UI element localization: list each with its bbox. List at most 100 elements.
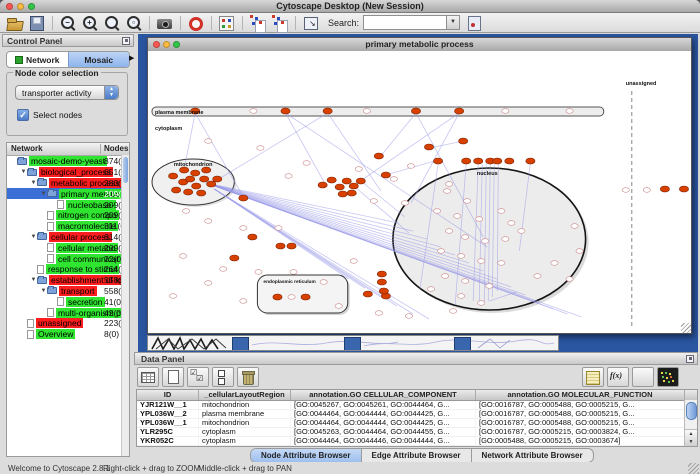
table-column-header[interactable]: ID xyxy=(137,390,199,400)
tree-row[interactable]: ▼establishment of lo558(0) xyxy=(7,275,129,286)
arrange-network-1-icon[interactable] xyxy=(248,14,268,32)
tree-scrollbar[interactable] xyxy=(121,155,129,456)
network-node-selected xyxy=(424,144,433,150)
zoom-fit-icon[interactable] xyxy=(124,14,144,32)
open-icon[interactable] xyxy=(5,14,25,32)
search-combo: ▼ xyxy=(363,15,460,30)
tree-row[interactable]: secretion41(0) xyxy=(7,296,129,307)
tree-row[interactable]: Overview8(0) xyxy=(7,329,129,340)
tree-row[interactable]: ▼transport558(0) xyxy=(7,286,129,297)
expand-triangle-icon[interactable]: ▼ xyxy=(30,277,37,283)
node-color-dropdown[interactable]: transporter activity ▲▼ xyxy=(15,85,119,100)
table-cell: plasma membrane xyxy=(199,410,291,418)
network-canvas[interactable]: plasma membranecytoplasmmitochondrionnuc… xyxy=(148,51,691,333)
expand-triangle-icon[interactable]: ▼ xyxy=(20,169,27,175)
tree-row[interactable]: ▼primary metabo209(... xyxy=(7,188,129,199)
formula-builder-icon[interactable] xyxy=(607,367,629,387)
new-attribute-icon[interactable] xyxy=(162,367,184,387)
table-cell: cytoplasm xyxy=(199,437,291,445)
snapshot-camera-icon[interactable] xyxy=(155,14,175,32)
table-row[interactable]: YJR121W__1mitochondrion[GO:0045267, GO:0… xyxy=(137,401,697,410)
table-row[interactable]: YLR295Ccytoplasm[GO:0045263, GO:0044464,… xyxy=(137,428,697,437)
network-node xyxy=(458,254,465,259)
table-scrollbar-arrows[interactable]: ▲▼ xyxy=(685,429,697,446)
search-input[interactable] xyxy=(364,17,446,28)
network-window-title: primary metabolic process xyxy=(148,39,691,49)
network-tree-header[interactable]: Network Nodes xyxy=(7,143,129,156)
network-node-selected xyxy=(281,108,290,114)
arrange-network-2-icon[interactable] xyxy=(270,14,290,32)
tree-row-label: biological_process xyxy=(39,167,113,177)
tab-mosaic[interactable]: Mosaic xyxy=(68,52,130,67)
table-scrollbar-thumb[interactable] xyxy=(686,402,697,420)
tree-row[interactable]: cell communicat22(0) xyxy=(7,253,129,264)
tree-row[interactable]: cellular metabo209(0) xyxy=(7,242,129,253)
status-bar: Welcome to Cytoscape 2.8.1 Right-click +… xyxy=(0,462,700,474)
data-panel-header: Data Panel xyxy=(134,352,698,365)
tree-row[interactable]: unassigned223(0) xyxy=(7,318,129,329)
network-window-titlebar[interactable]: primary metabolic process xyxy=(148,38,691,52)
expand-triangle-icon[interactable]: ▼ xyxy=(30,180,37,186)
tab-edge-attribute-browser[interactable]: Edge Attribute Browser xyxy=(362,449,472,462)
table-column-header[interactable]: _cellularLayoutRegion xyxy=(199,390,291,400)
delete-attribute-icon[interactable] xyxy=(237,367,259,387)
network-node xyxy=(518,229,525,234)
data-panel: Data Panel ID_cellularLayoutRegionannota… xyxy=(134,352,698,447)
tab-network[interactable]: Network xyxy=(7,52,68,67)
window-resize-grip[interactable] xyxy=(688,463,699,474)
help-ring-icon[interactable] xyxy=(186,14,206,32)
table-column-header[interactable]: annotation.GO MOLECULAR_FUNCTION xyxy=(476,390,685,400)
table-row[interactable]: YPL036W__2plasma membrane[GO:0044464, GO… xyxy=(137,410,697,419)
tree-row[interactable]: response to stimul264(0) xyxy=(7,264,129,275)
expand-triangle-icon[interactable]: ▼ xyxy=(40,288,47,294)
select-attributes-icon[interactable] xyxy=(137,367,159,387)
network-window-resize-grip[interactable] xyxy=(681,323,691,333)
tree-row[interactable]: nitrogen compo209(0) xyxy=(7,210,129,221)
tree-row[interactable]: mosaic-demo-yeast874(0) xyxy=(7,156,129,167)
tree-row[interactable]: multi-organism pro42(0) xyxy=(7,307,129,318)
network-node-selected xyxy=(192,183,201,189)
zoom-in-icon[interactable] xyxy=(80,14,100,32)
unselect-all-attributes-icon[interactable] xyxy=(212,367,234,387)
select-mode-icon[interactable] xyxy=(301,14,321,32)
network-node xyxy=(498,209,505,214)
toolbar-separator xyxy=(295,16,296,30)
select-nodes-checkbox[interactable]: ✓ xyxy=(17,109,29,121)
tab-network-attribute-browser[interactable]: Network Attribute Browser xyxy=(472,449,593,462)
tree-row[interactable]: macromolecule311(0) xyxy=(7,221,129,232)
select-all-attributes-icon[interactable] xyxy=(187,367,209,387)
network-node xyxy=(458,294,465,299)
tab-scroll-right-icon[interactable]: ▶ xyxy=(129,54,134,62)
tree-row[interactable]: ▼cellular process614(0) xyxy=(7,232,129,243)
import-attributes-icon[interactable] xyxy=(632,367,654,387)
tree-row-label: Overview xyxy=(36,329,75,339)
network-node-selected xyxy=(381,172,390,178)
zoom-selected-icon[interactable] xyxy=(102,14,122,32)
tab-node-attribute-browser[interactable]: Node Attribute Browser xyxy=(251,449,362,462)
network-view-window[interactable]: primary metabolic process plasma membran… xyxy=(147,37,692,334)
table-row[interactable]: YKR052Ccytoplasm[GO:0044464, GO:0044446,… xyxy=(137,437,697,446)
zoom-out-icon[interactable] xyxy=(58,14,78,32)
data-panel-float-icon[interactable] xyxy=(686,355,694,363)
table-row[interactable]: YPL036W__1mitochondrion[GO:0044464, GO:0… xyxy=(137,419,697,428)
notepad-icon[interactable] xyxy=(582,367,604,387)
tree-row[interactable]: ▼biological_process651(0) xyxy=(7,167,129,178)
network-node-selected xyxy=(301,294,310,300)
window-titlebar[interactable]: Cytoscape Desktop (New Session) xyxy=(0,0,700,13)
float-panel-icon[interactable] xyxy=(122,37,130,45)
attribute-matrix-icon[interactable] xyxy=(657,367,679,387)
network-node xyxy=(450,309,457,314)
network-node-selected xyxy=(493,158,502,164)
tree-row[interactable]: nucleobase-209(0) xyxy=(7,199,129,210)
expand-triangle-icon[interactable]: ▼ xyxy=(30,234,37,240)
filter-icon[interactable] xyxy=(464,14,484,32)
table-cell: [GO:0016787, GO:0005215, GO:0003824, G..… xyxy=(476,428,685,436)
search-dropdown-button[interactable]: ▼ xyxy=(446,16,459,29)
save-icon[interactable] xyxy=(27,14,47,32)
layout-grid-icon[interactable] xyxy=(217,14,237,32)
table-column-header[interactable]: annotation.GO CELLULAR_COMPONENT xyxy=(291,390,476,400)
table-scrollbar[interactable]: ▲▼ xyxy=(684,400,697,446)
expand-triangle-icon[interactable]: ▼ xyxy=(40,191,47,197)
attribute-table-header[interactable]: ID_cellularLayoutRegionannotation.GO CEL… xyxy=(137,390,697,401)
tree-row[interactable]: ▼metabolic process280(0) xyxy=(7,178,129,189)
